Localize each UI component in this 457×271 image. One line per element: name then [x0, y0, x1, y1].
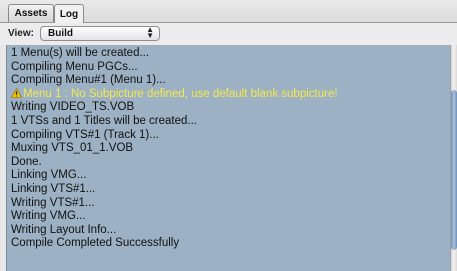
- log-line: Compiling Menu#1 (Menu 1)...: [11, 74, 166, 87]
- tab-assets[interactable]: Assets: [8, 4, 54, 22]
- log-line-text: 1 Menu(s) will be created...: [11, 47, 150, 59]
- log-line-text: Compiling Menu PGCs...: [11, 60, 138, 73]
- log-warning-line: Menu 1 : No Subpicture defined, use defa…: [11, 87, 338, 101]
- log-line-text: Done.: [11, 155, 42, 168]
- log-line: Linking VTS#1...: [11, 183, 95, 196]
- log-line: 1 VTSs and 1 Titles will be created...: [11, 115, 197, 128]
- log-line-text: Writing VTS#1...: [11, 196, 95, 209]
- up-down-arrows-icon: ▲ ▼: [146, 25, 154, 40]
- view-select-value: Build: [48, 28, 73, 39]
- log-line: 1 Menu(s) will be created...: [11, 47, 149, 60]
- log-line: Compiling Menu PGCs...: [11, 61, 138, 74]
- view-toolbar: View: Build ▲ ▼: [0, 23, 457, 45]
- log-line-text: Writing Layout Info...: [11, 223, 117, 236]
- log-line-text: Linking VMG...: [11, 169, 87, 182]
- log-line-text: Muxing VTS_01_1.VOB: [11, 142, 134, 155]
- warning-triangle-icon: [11, 87, 22, 98]
- log-line: Writing Layout Info...: [11, 224, 116, 237]
- vertical-scrollbar[interactable]: [450, 45, 457, 271]
- log-line: Writing VTS#1...: [11, 197, 95, 210]
- log-line-text: Writing VIDEO_TS.VOB: [11, 101, 135, 114]
- log-line-text: Compiling Menu#1 (Menu 1)...: [11, 74, 166, 87]
- log-line-text: Compiling VTS#1 (Track 1)...: [11, 128, 159, 141]
- log-line: Done.: [11, 156, 42, 169]
- log-line: Muxing VTS_01_1.VOB: [11, 142, 133, 155]
- log-line-text: Writing VMG...: [11, 210, 86, 223]
- log-line-text: 1 VTSs and 1 Titles will be created...: [11, 115, 198, 127]
- log-line-text: Compile Completed Successfully: [11, 237, 180, 250]
- log-line: Compile Completed Successfully: [11, 237, 179, 250]
- log-line: Writing VMG...: [11, 210, 86, 223]
- view-label: View:: [8, 28, 34, 39]
- log-output[interactable]: 1 Menu(s) will be created... Compiling Me…: [6, 45, 450, 271]
- log-line: Compiling VTS#1 (Track 1)...: [11, 129, 159, 142]
- log-line: Linking VMG...: [11, 169, 86, 182]
- log-line-text: Menu 1 : No Subpicture defined, use defa…: [23, 87, 338, 100]
- tab-bar: Assets Log: [0, 0, 457, 23]
- scrollbar-thumb[interactable]: [451, 90, 457, 250]
- tab-log[interactable]: Log: [54, 4, 84, 23]
- view-select[interactable]: Build ▲ ▼: [40, 26, 160, 41]
- log-line: Writing VIDEO_TS.VOB: [11, 101, 134, 114]
- log-line-text: Linking VTS#1...: [11, 183, 96, 195]
